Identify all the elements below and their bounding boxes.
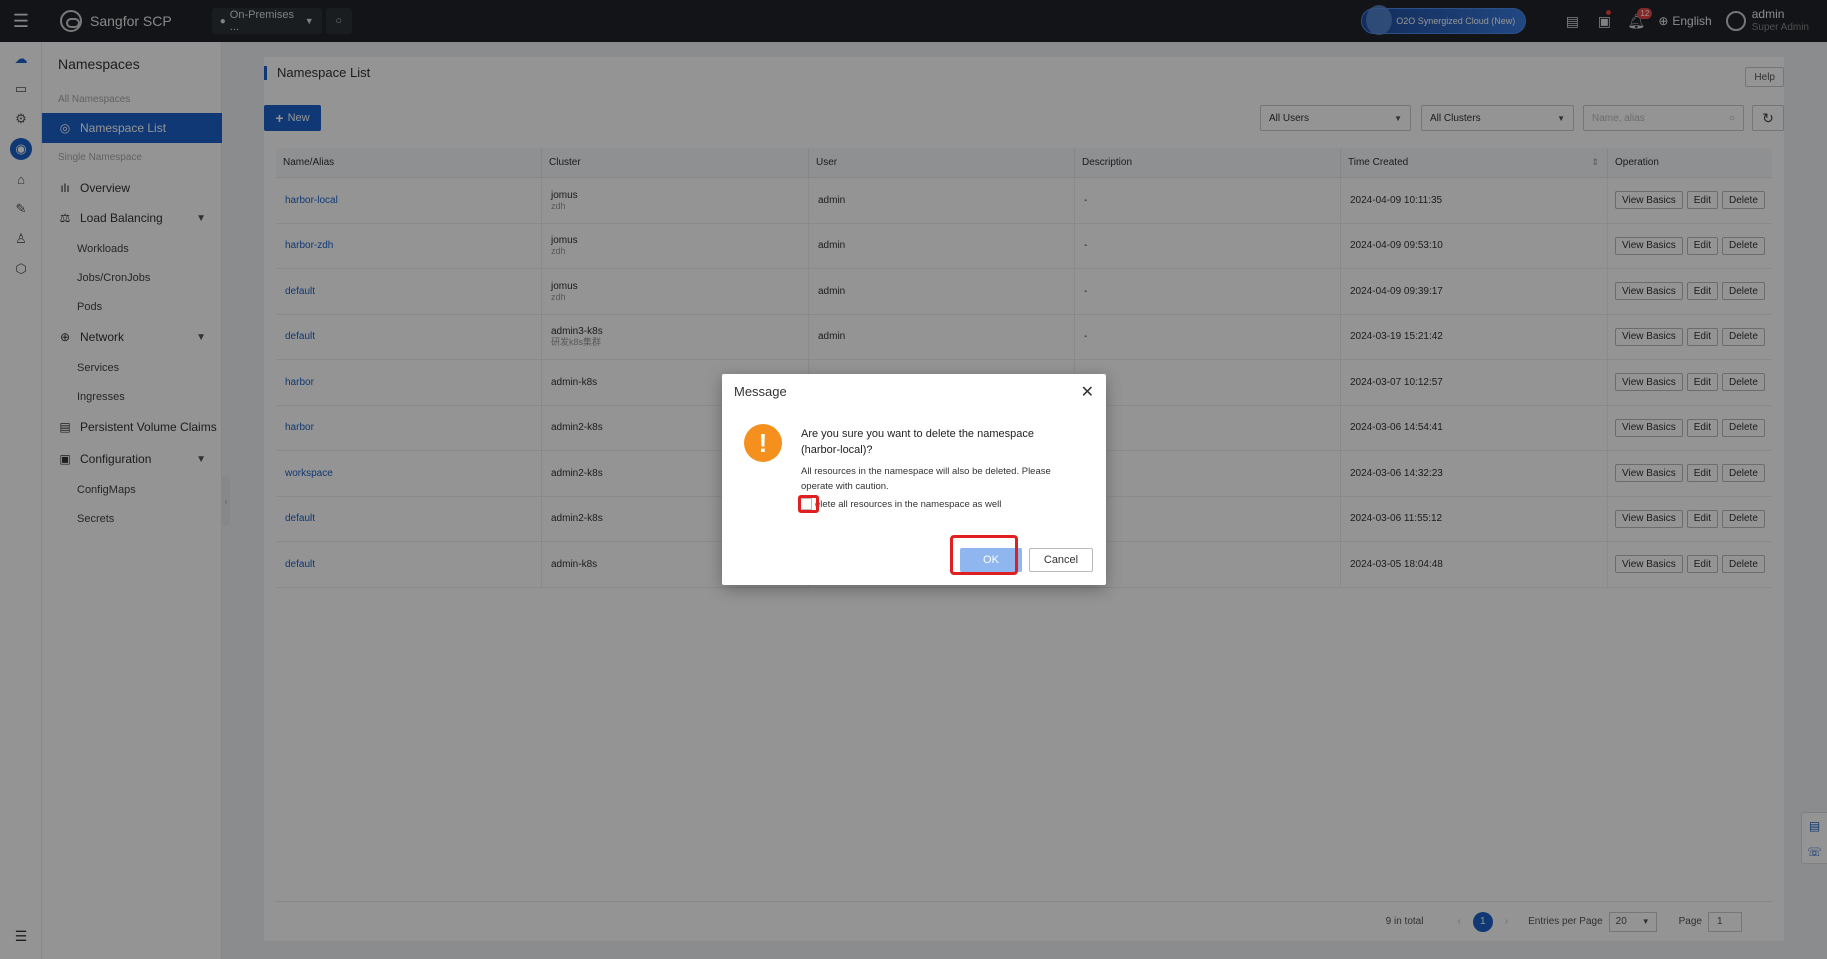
- delete-confirm-dialog: Message ✕ ! Are you sure you want to del…: [722, 374, 1106, 585]
- dialog-message: Are you sure you want to delete the name…: [801, 428, 1034, 456]
- delete-resources-option[interactable]: elete all resources in the namespace as …: [800, 498, 1001, 510]
- dialog-note: All resources in the namespace will also…: [801, 466, 1051, 492]
- warning-icon: !: [744, 424, 782, 462]
- checkbox-label: elete all resources in the namespace as …: [815, 498, 1002, 510]
- dialog-title: Message: [734, 384, 787, 399]
- close-icon[interactable]: ✕: [1081, 382, 1094, 402]
- checkbox-highlight: [798, 495, 819, 513]
- cancel-button[interactable]: Cancel: [1029, 548, 1093, 572]
- ok-highlight: [950, 535, 1018, 575]
